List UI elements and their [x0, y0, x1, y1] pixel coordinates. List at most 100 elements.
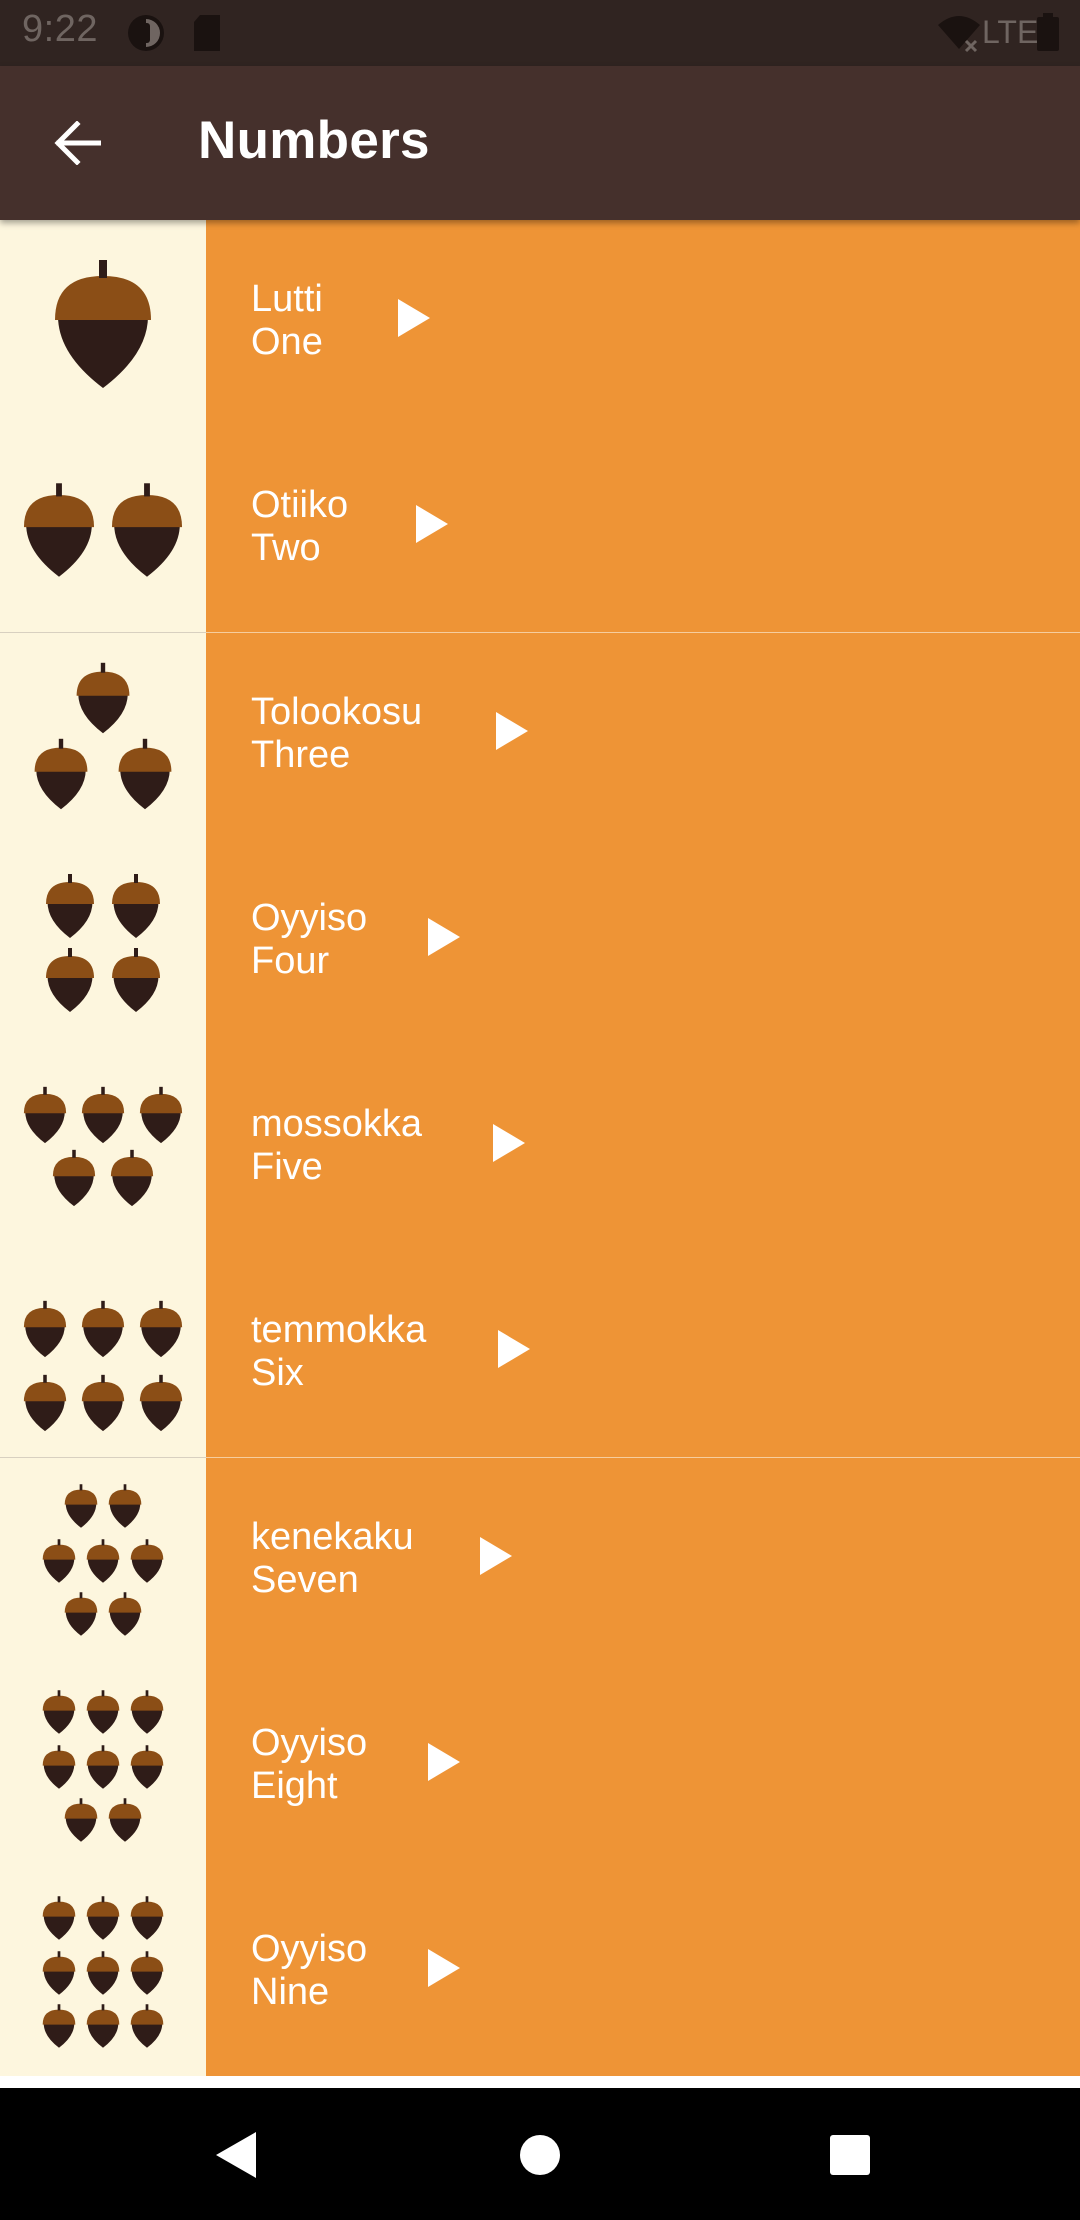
list-item[interactable]: kenekaku Seven — [0, 1458, 1080, 1664]
number-text-container: Oyyiso Eight — [206, 1664, 1080, 1870]
acorn-icon — [42, 1951, 76, 1995]
acorn-icon — [108, 1798, 142, 1842]
acorn-icon — [23, 483, 95, 577]
play-icon[interactable] — [480, 1537, 512, 1575]
status-bar: 9:22 LTE — [0, 0, 1080, 66]
battery-icon — [1037, 13, 1059, 51]
miwok-word: kenekaku — [251, 1516, 414, 1558]
number-image — [0, 1251, 206, 1458]
acorn-icon — [81, 1086, 125, 1144]
acorn-icon — [130, 1539, 164, 1583]
list-item[interactable]: Tolookosu Three — [0, 633, 1080, 839]
notification-app-icon — [128, 15, 164, 51]
list-item[interactable]: temmokka Six — [0, 1251, 1080, 1458]
english-word: Four — [251, 940, 330, 982]
acorn-icon — [86, 1951, 120, 1995]
number-words: kenekaku Seven — [251, 1516, 414, 1602]
acorn-icon — [23, 1300, 67, 1358]
miwok-word: Oyyiso — [251, 1722, 368, 1764]
number-words: Otiiko Two — [251, 484, 348, 570]
acorn-group — [46, 874, 160, 1012]
play-icon[interactable] — [428, 918, 460, 956]
acorn-icon — [42, 1745, 76, 1789]
acorn-icon — [23, 1374, 67, 1432]
acorn-icon — [139, 1300, 183, 1358]
number-image — [0, 220, 206, 426]
miwok-word: Tolookosu — [251, 691, 423, 733]
number-text-container: Oyyiso Nine — [206, 1870, 1080, 2076]
english-word: Five — [251, 1146, 323, 1188]
number-words: Oyyiso Nine — [251, 1928, 367, 2014]
number-words: Oyyiso Four — [251, 897, 367, 983]
acorn-group — [42, 1896, 164, 2048]
nav-home-button[interactable] — [505, 2120, 575, 2190]
number-image — [0, 426, 206, 633]
acorn-icon — [46, 874, 94, 938]
play-icon[interactable] — [428, 1949, 460, 1987]
acorn-icon — [86, 2004, 120, 2048]
number-words: temmokka Six — [251, 1309, 426, 1395]
play-icon[interactable] — [493, 1124, 525, 1162]
play-icon[interactable] — [416, 505, 448, 543]
home-circle-icon — [520, 2135, 560, 2175]
acorn-group — [23, 1086, 183, 1207]
acorn-icon — [42, 1690, 76, 1734]
number-image — [0, 633, 206, 839]
number-text-container: Tolookosu Three — [206, 633, 1080, 839]
acorn-icon — [130, 2004, 164, 2048]
list-item[interactable]: Oyyiso Four — [0, 839, 1080, 1045]
numbers-list[interactable]: Lutti One Otiiko Two Tolookosu Three Oyyiso Fou… — [0, 220, 1080, 2088]
acorn-group — [34, 662, 172, 810]
list-item[interactable]: Oyyiso Eight — [0, 1664, 1080, 1870]
acorn-icon — [108, 1592, 142, 1636]
acorn-icon — [55, 260, 151, 388]
acorn-icon — [130, 1951, 164, 1995]
english-word: Six — [251, 1352, 304, 1394]
number-words: mossokka Five — [251, 1103, 422, 1189]
list-item[interactable]: mossokka Five — [0, 1045, 1080, 1251]
play-icon[interactable] — [428, 1743, 460, 1781]
acorn-group — [23, 1300, 183, 1432]
list-item[interactable]: Lutti One — [0, 220, 1080, 426]
app-bar: Numbers — [0, 66, 1080, 220]
acorn-icon — [42, 2004, 76, 2048]
acorn-icon — [42, 1896, 76, 1940]
nav-recents-button[interactable] — [815, 2120, 885, 2190]
acorn-icon — [64, 1592, 98, 1636]
play-icon[interactable] — [398, 299, 430, 337]
miwok-word: Oyyiso — [251, 897, 368, 939]
arrow-back-icon — [54, 121, 101, 165]
miwok-word: temmokka — [251, 1309, 427, 1351]
sd-card-icon — [194, 15, 220, 51]
acorn-icon — [81, 1300, 125, 1358]
status-time: 9:22 — [22, 8, 98, 50]
miwok-word: mossokka — [251, 1103, 423, 1145]
acorn-icon — [86, 1745, 120, 1789]
number-text-container: kenekaku Seven — [206, 1458, 1080, 1664]
number-image — [0, 1870, 206, 2076]
recents-square-icon — [830, 2135, 870, 2175]
acorn-icon — [130, 1690, 164, 1734]
acorn-icon — [139, 1374, 183, 1432]
acorn-icon — [81, 1374, 125, 1432]
play-icon[interactable] — [496, 712, 528, 750]
acorn-icon — [64, 1798, 98, 1842]
nav-back-button[interactable] — [200, 2120, 270, 2190]
acorn-icon — [130, 1896, 164, 1940]
english-word: Seven — [251, 1559, 359, 1601]
number-words: Oyyiso Eight — [251, 1722, 367, 1808]
number-image — [0, 1045, 206, 1251]
acorn-icon — [23, 1086, 67, 1144]
number-words: Tolookosu Three — [251, 691, 422, 777]
back-button[interactable] — [38, 106, 116, 180]
list-item[interactable]: Otiiko Two — [0, 426, 1080, 633]
acorn-icon — [34, 738, 88, 810]
wifi-off-icon — [938, 16, 980, 53]
acorn-icon — [76, 662, 130, 734]
miwok-word: Oyyiso — [251, 1928, 368, 1970]
acorn-icon — [52, 1149, 96, 1207]
acorn-icon — [86, 1896, 120, 1940]
play-icon[interactable] — [498, 1330, 530, 1368]
number-text-container: Oyyiso Four — [206, 839, 1080, 1045]
list-item[interactable]: Oyyiso Nine — [0, 1870, 1080, 2076]
